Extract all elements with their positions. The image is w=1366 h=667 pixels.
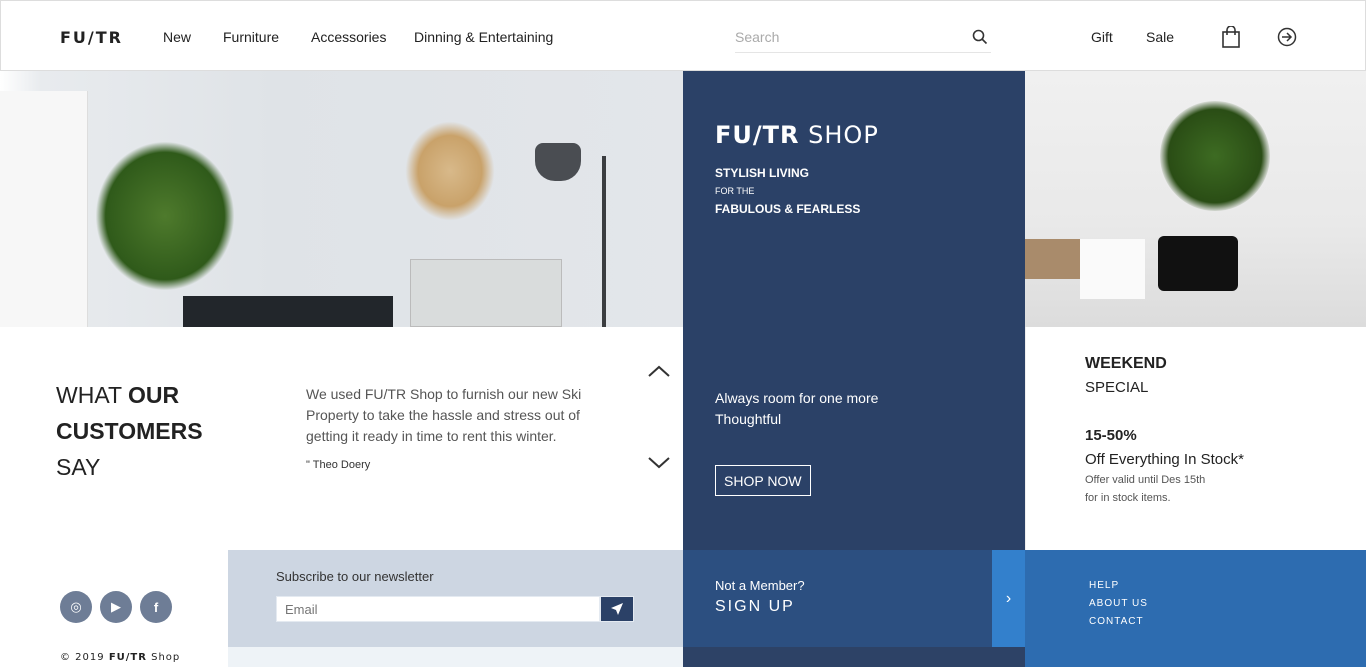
shop-now-button[interactable]: SHOP NOW xyxy=(715,465,811,496)
link-about[interactable]: ABOUT US xyxy=(1089,598,1148,609)
chevron-right-icon[interactable]: › xyxy=(992,550,1025,647)
subscribe-button[interactable] xyxy=(600,596,634,622)
link-help[interactable]: HELP xyxy=(1089,580,1148,591)
newsletter-label: Subscribe to our newsletter xyxy=(276,569,434,584)
send-icon xyxy=(611,603,623,615)
footer-links: HELP ABOUT US CONTACT xyxy=(1025,550,1366,667)
search-box xyxy=(735,23,991,53)
hero-tagline1: Always room for one more xyxy=(715,390,879,406)
instagram-icon[interactable]: ◎ xyxy=(60,591,92,623)
hero-tagline2: Thoughtful xyxy=(715,411,782,427)
heading-say: SAY xyxy=(56,454,101,480)
offer: Off Everything In Stock* xyxy=(1085,451,1244,468)
login-icon[interactable] xyxy=(1277,27,1297,47)
copyright-brand: FU/TR xyxy=(108,652,147,663)
hero-image-plant xyxy=(1025,71,1366,327)
heading-our: OUR xyxy=(127,382,180,408)
copyright: © 2019 FU/TR Shop xyxy=(60,652,180,663)
youtube-icon[interactable]: ▶ xyxy=(100,591,132,623)
nav-dinning[interactable]: Dinning & Entertaining xyxy=(414,29,553,45)
heading-what: WHAT xyxy=(56,382,128,408)
heading-customers: CUSTOMERS xyxy=(56,418,203,444)
facebook-icon[interactable]: f xyxy=(140,591,172,623)
copyright-pre: © 2019 xyxy=(60,652,109,663)
nav-sale[interactable]: Sale xyxy=(1146,29,1174,45)
signup-panel: Not a Member? SIGN UP xyxy=(683,550,992,647)
hero-image-living-room xyxy=(0,71,683,327)
link-contact[interactable]: CONTACT xyxy=(1089,616,1148,627)
hero-title: FU/TR SHOP xyxy=(715,121,879,149)
signup-bottom xyxy=(683,647,1025,667)
hero-title-light: SHOP xyxy=(808,121,879,149)
nav-new[interactable]: New xyxy=(163,29,191,45)
search-icon[interactable] xyxy=(972,29,988,45)
testimonial-author: " Theo Doery xyxy=(306,459,370,471)
hero-panel: FU/TR SHOP STYLISH LIVING FOR THE FABULO… xyxy=(683,71,1025,550)
author-name: Theo Doery xyxy=(312,459,371,471)
shopping-bag-icon[interactable] xyxy=(1222,26,1240,48)
offer-note1: Offer valid until Des 15th xyxy=(1085,474,1206,486)
hero-line2: FOR THE xyxy=(715,186,755,196)
testimonial-heading: WHAT OUR CUSTOMERS SAY xyxy=(56,377,203,485)
chevron-down-icon[interactable] xyxy=(647,456,671,470)
email-input[interactable] xyxy=(276,596,600,622)
offer-note2: for in stock items. xyxy=(1085,492,1171,504)
testimonial-quote: We used FU/TR Shop to furnish our new Sk… xyxy=(306,386,582,444)
hero-title-bold: FU/TR xyxy=(715,121,800,149)
hero-line3: FABULOUS & FEARLESS xyxy=(715,202,861,216)
signup-link[interactable]: SIGN UP xyxy=(715,598,795,616)
weekend-subtitle: SPECIAL xyxy=(1085,379,1149,396)
discount: 15-50% xyxy=(1085,427,1137,444)
nav-accessories[interactable]: Accessories xyxy=(311,29,386,45)
chevron-up-icon[interactable] xyxy=(647,364,671,378)
newsletter-bottom xyxy=(228,647,683,667)
site-header: FU/TR New Furniture Accessories Dinning … xyxy=(0,0,1366,71)
copyright-post: Shop xyxy=(146,652,181,663)
logo[interactable]: FU/TR xyxy=(60,28,123,47)
quote-mark: " xyxy=(306,459,310,471)
hero-line1: STYLISH LIVING xyxy=(715,166,810,180)
nav-furniture[interactable]: Furniture xyxy=(223,29,279,45)
search-input[interactable] xyxy=(735,23,955,51)
weekend-title: WEEKEND xyxy=(1085,355,1167,372)
weekend-special: WEEKEND SPECIAL 15-50% Off Everything In… xyxy=(1025,327,1366,550)
nav-gift[interactable]: Gift xyxy=(1091,29,1113,45)
member-question: Not a Member? xyxy=(715,578,805,593)
newsletter: Subscribe to our newsletter xyxy=(228,550,683,647)
